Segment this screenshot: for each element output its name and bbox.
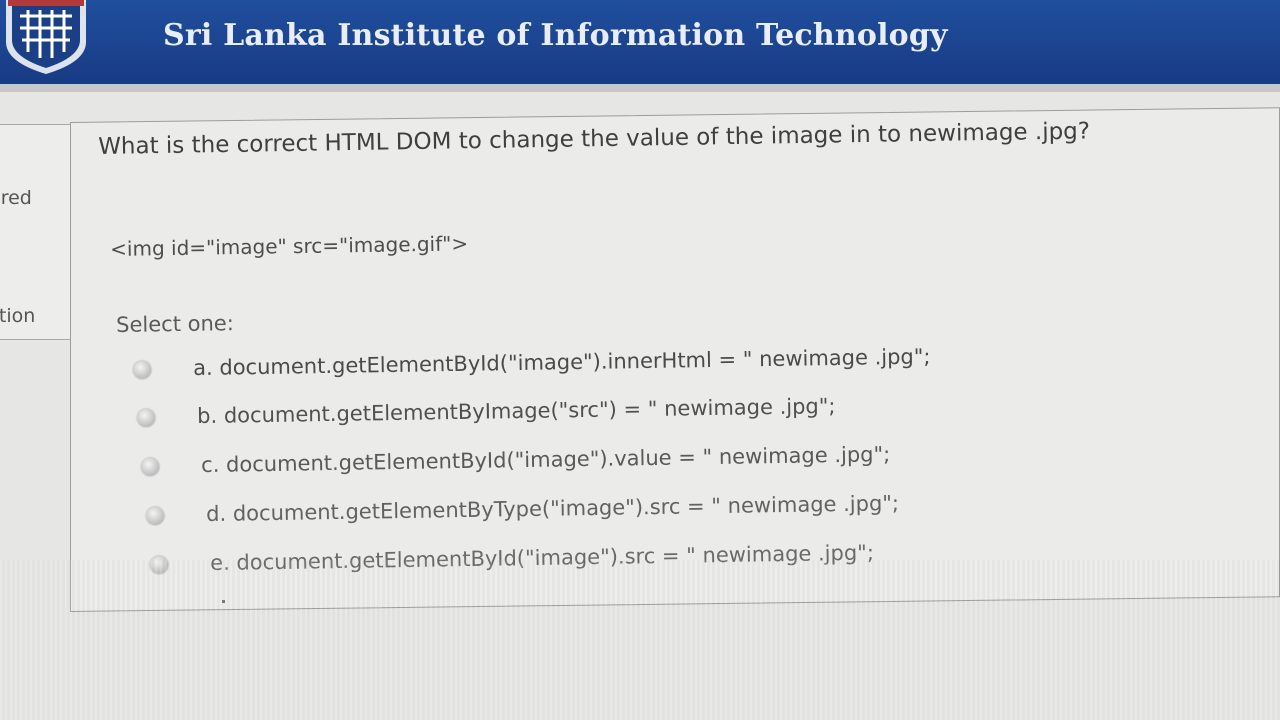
info-status-text: ered <box>0 187 32 209</box>
screen-moire-overlay <box>0 560 1280 720</box>
site-title: Sri Lanka Institute of Information Techn… <box>163 18 948 53</box>
sliit-logo-icon <box>6 0 86 74</box>
header-divider <box>0 84 1280 92</box>
flag-question-link[interactable]: stion <box>0 305 35 327</box>
quiz-info-panel: ered f stion <box>0 124 76 340</box>
select-one-label: Select one: <box>116 311 234 337</box>
site-header: Sri Lanka Institute of Information Techn… <box>0 0 1280 92</box>
cursor-dot <box>222 600 225 603</box>
